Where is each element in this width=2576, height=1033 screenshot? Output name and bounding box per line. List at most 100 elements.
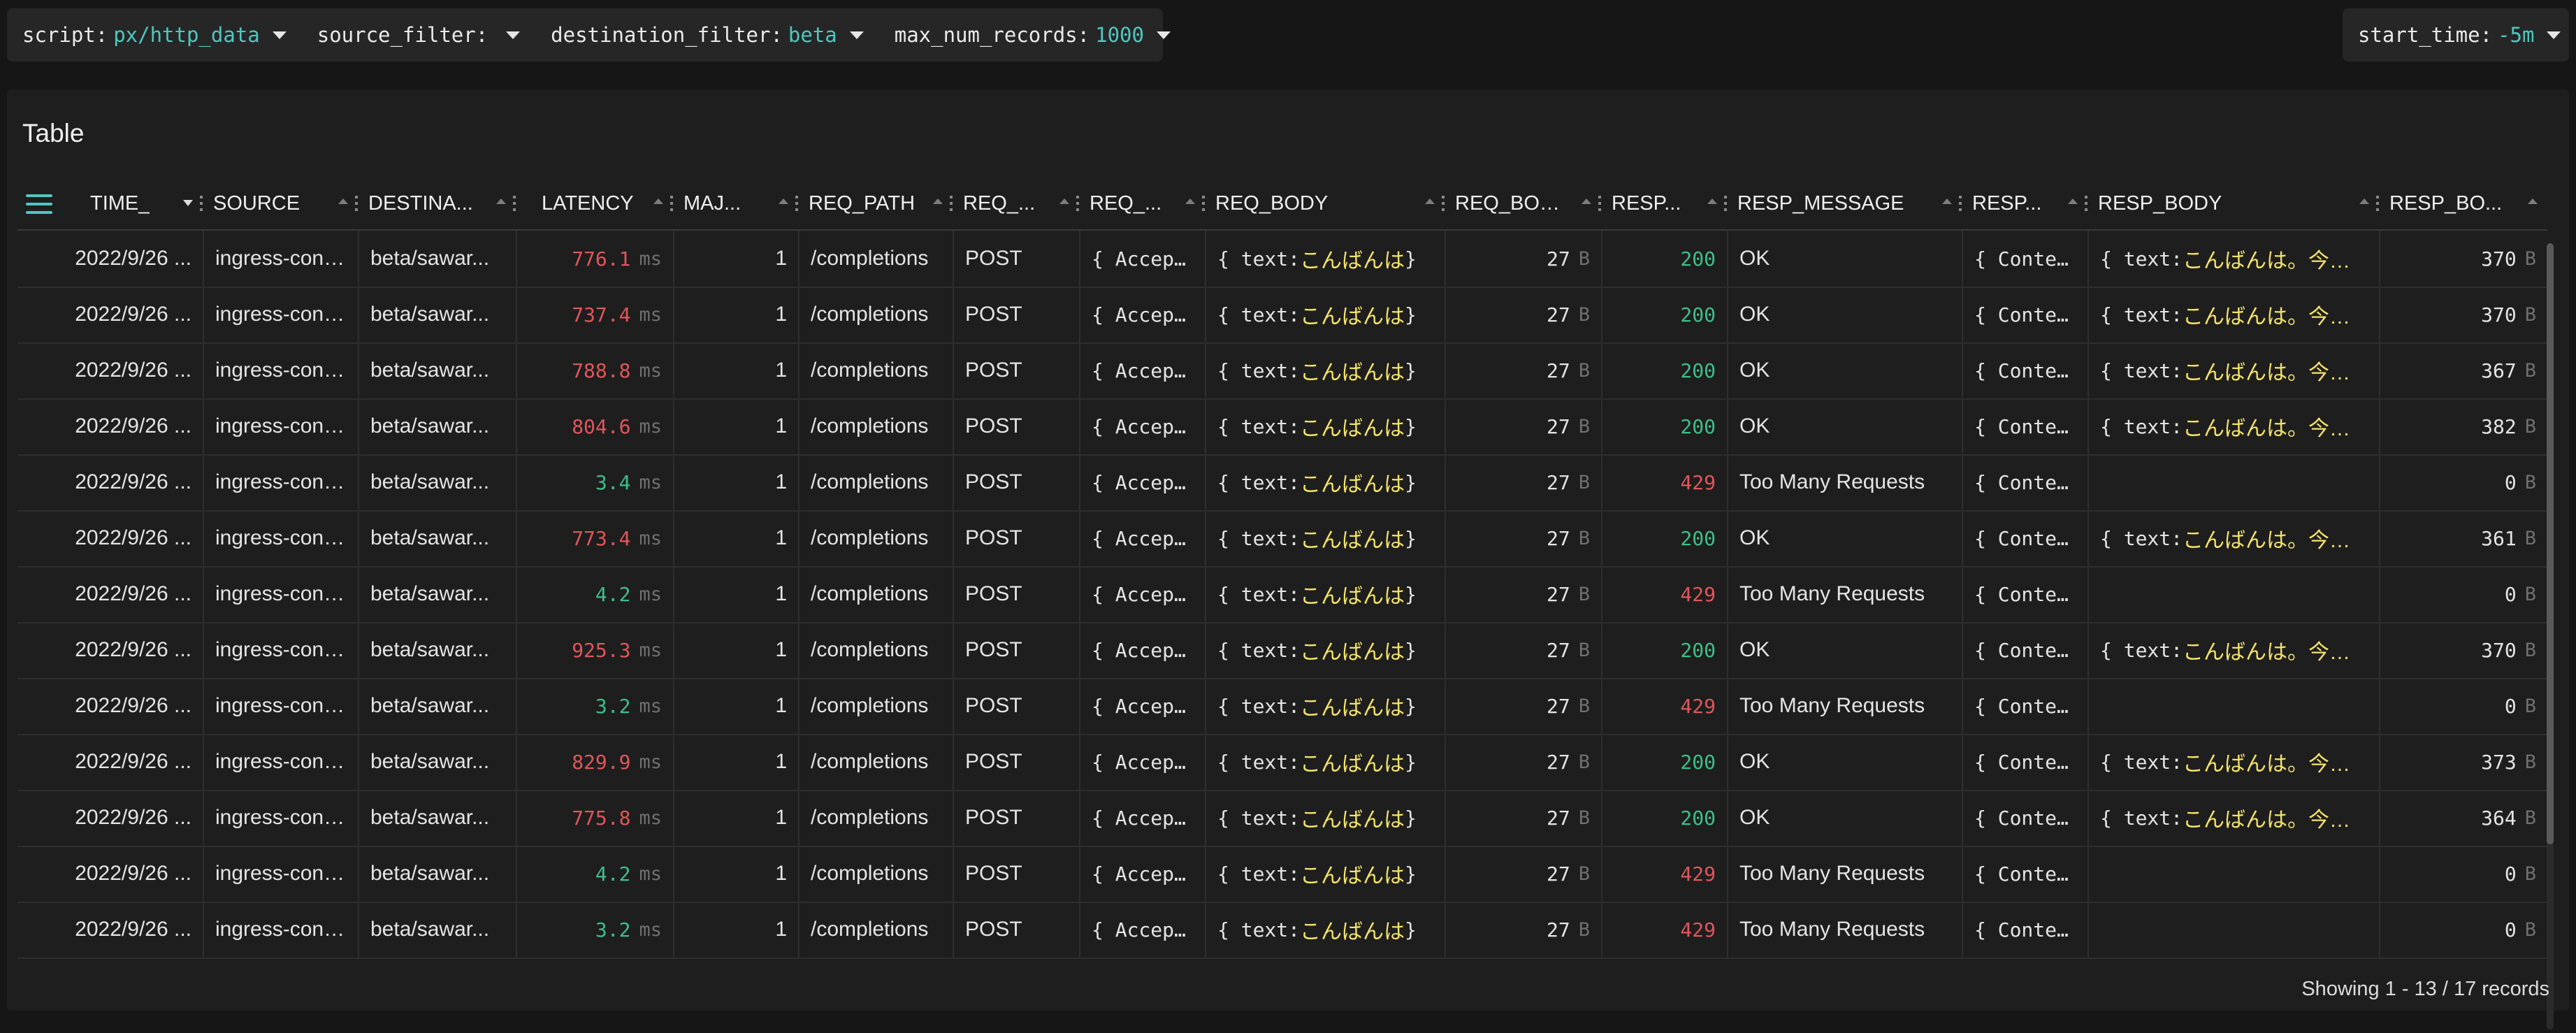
latency-cell[interactable]: 3.4 ms: [516, 454, 673, 510]
destination-cell[interactable]: beta/sawar...: [358, 846, 516, 902]
max-num-records-selector[interactable]: max_num_records: 1000: [879, 8, 1186, 62]
resp-headers-cell[interactable]: { Conte...: [1962, 510, 2087, 566]
resp-body-size-cell[interactable]: 0B: [2379, 678, 2547, 734]
latency-cell[interactable]: 737.4 ms: [516, 287, 673, 342]
resp-body-cell[interactable]: { text: こんばんは。今日...: [2087, 287, 2379, 342]
time-cell[interactable]: 2022/9/26 ...: [17, 790, 203, 846]
req-body-size-cell[interactable]: 27 B: [1445, 902, 1601, 958]
req-method-cell[interactable]: POST: [953, 287, 1079, 342]
req-body-size-cell[interactable]: 27 B: [1445, 231, 1601, 287]
req-path-cell[interactable]: /completions: [798, 510, 953, 566]
major-version-cell[interactable]: 1: [673, 790, 798, 846]
req-body-size-cell[interactable]: 27 B: [1445, 342, 1601, 398]
resp-body-cell[interactable]: { text: こんばんは。今日...: [2087, 790, 2379, 846]
column-header[interactable]: MAJ...: [673, 178, 798, 229]
source-cell[interactable]: ingress-cont...: [203, 342, 358, 398]
resp-message-cell[interactable]: Too Many Requests: [1727, 454, 1962, 510]
table-row[interactable]: 2022/9/26 ... ingress-cont... beta/sawar..…: [17, 622, 2547, 679]
resp-status-cell[interactable]: 429: [1601, 846, 1727, 902]
resp-message-cell[interactable]: OK: [1727, 622, 1962, 678]
table-row[interactable]: 2022/9/26 ... ingress-cont... beta/sawar..…: [17, 398, 2547, 456]
resp-status-cell[interactable]: 200: [1601, 734, 1727, 790]
req-headers-cell[interactable]: { Accep...: [1079, 622, 1205, 678]
req-path-cell[interactable]: /completions: [798, 622, 953, 678]
time-cell[interactable]: 2022/9/26 ...: [17, 622, 203, 678]
destination-filter-selector[interactable]: destination_filter: beta: [535, 8, 879, 62]
column-header[interactable]: REQ_BOD...: [1445, 178, 1601, 229]
resp-body-cell[interactable]: { text: こんばんは。今日...: [2087, 622, 2379, 678]
destination-cell[interactable]: beta/sawar...: [358, 734, 516, 790]
source-filter-selector[interactable]: source_filter:: [302, 8, 535, 62]
resp-message-cell[interactable]: Too Many Requests: [1727, 678, 1962, 734]
resp-body-cell[interactable]: [2087, 454, 2379, 510]
scrollbar-thumb[interactable]: [2547, 243, 2554, 844]
column-header[interactable]: RESP...: [1962, 178, 2087, 229]
req-method-cell[interactable]: POST: [953, 622, 1079, 678]
resp-headers-cell[interactable]: { Conte...: [1962, 454, 2087, 510]
time-cell[interactable]: 2022/9/26 ...: [17, 454, 203, 510]
script-selector[interactable]: script: px/http_data: [7, 8, 302, 62]
sort-icon[interactable]: [1707, 198, 1717, 204]
latency-cell[interactable]: 773.4 ms: [516, 510, 673, 566]
resp-body-size-cell[interactable]: 370 B: [2379, 231, 2547, 287]
resp-body-size-cell[interactable]: 0B: [2379, 454, 2547, 510]
sort-icon[interactable]: [2359, 198, 2369, 204]
resp-body-cell[interactable]: { text: こんばんは。今日...: [2087, 734, 2379, 790]
table-row[interactable]: 2022/9/26 ... ingress-cont... beta/sawar..…: [17, 734, 2547, 791]
column-header[interactable]: REQ_...: [953, 178, 1079, 229]
destination-cell[interactable]: beta/sawar...: [358, 790, 516, 846]
req-path-cell[interactable]: /completions: [798, 678, 953, 734]
time-cell[interactable]: 2022/9/26 ...: [17, 398, 203, 454]
time-cell[interactable]: 2022/9/26 ...: [17, 902, 203, 958]
source-cell[interactable]: ingress-cont...: [203, 510, 358, 566]
req-body-cell[interactable]: { text: こんばんは }: [1205, 510, 1445, 566]
resp-status-cell[interactable]: 429: [1601, 902, 1727, 958]
resp-status-cell[interactable]: 200: [1601, 342, 1727, 398]
table-row[interactable]: 2022/9/26 ... ingress-cont... beta/sawar..…: [17, 566, 2547, 623]
resp-headers-cell[interactable]: { Conte...: [1962, 566, 2087, 622]
req-body-cell[interactable]: { text: こんばんは }: [1205, 790, 1445, 846]
major-version-cell[interactable]: 1: [673, 902, 798, 958]
latency-cell[interactable]: 925.3 ms: [516, 622, 673, 678]
req-path-cell[interactable]: /completions: [798, 734, 953, 790]
destination-cell[interactable]: beta/sawar...: [358, 342, 516, 398]
req-headers-cell[interactable]: { Accep...: [1079, 734, 1205, 790]
latency-cell[interactable]: 3.2 ms: [516, 678, 673, 734]
column-header[interactable]: TIME_: [17, 178, 203, 229]
source-cell[interactable]: ingress-cont...: [203, 398, 358, 454]
resp-status-cell[interactable]: 200: [1601, 231, 1727, 287]
resp-body-size-cell[interactable]: 370 B: [2379, 622, 2547, 678]
req-headers-cell[interactable]: { Accep...: [1079, 846, 1205, 902]
source-cell[interactable]: ingress-cont...: [203, 454, 358, 510]
major-version-cell[interactable]: 1: [673, 566, 798, 622]
resp-status-cell[interactable]: 200: [1601, 510, 1727, 566]
req-body-cell[interactable]: { text: こんばんは }: [1205, 902, 1445, 958]
source-cell[interactable]: ingress-cont...: [203, 287, 358, 342]
column-header[interactable]: RESP_BO...: [2379, 178, 2547, 229]
req-headers-cell[interactable]: { Accep...: [1079, 566, 1205, 622]
latency-cell[interactable]: 3.2 ms: [516, 902, 673, 958]
resp-body-size-cell[interactable]: 361 B: [2379, 510, 2547, 566]
resp-body-size-cell[interactable]: 382 B: [2379, 398, 2547, 454]
sort-icon[interactable]: [2068, 198, 2078, 204]
req-headers-cell[interactable]: { Accep...: [1079, 342, 1205, 398]
req-body-size-cell[interactable]: 27 B: [1445, 790, 1601, 846]
table-row[interactable]: 2022/9/26 ... ingress-cont... beta/sawar..…: [17, 231, 2547, 288]
req-body-cell[interactable]: { text: こんばんは }: [1205, 231, 1445, 287]
resp-message-cell[interactable]: OK: [1727, 790, 1962, 846]
destination-cell[interactable]: beta/sawar...: [358, 287, 516, 342]
req-body-cell[interactable]: { text: こんばんは }: [1205, 454, 1445, 510]
resp-headers-cell[interactable]: { Conte...: [1962, 231, 2087, 287]
req-method-cell[interactable]: POST: [953, 846, 1079, 902]
destination-cell[interactable]: beta/sawar...: [358, 678, 516, 734]
table-row[interactable]: 2022/9/26 ... ingress-cont... beta/sawar..…: [17, 287, 2547, 344]
table-row[interactable]: 2022/9/26 ... ingress-cont... beta/sawar..…: [17, 846, 2547, 903]
time-cell[interactable]: 2022/9/26 ...: [17, 734, 203, 790]
time-cell[interactable]: 2022/9/26 ...: [17, 510, 203, 566]
resp-message-cell[interactable]: Too Many Requests: [1727, 902, 1962, 958]
resp-headers-cell[interactable]: { Conte...: [1962, 734, 2087, 790]
sort-icon[interactable]: [779, 198, 788, 204]
req-path-cell[interactable]: /completions: [798, 287, 953, 342]
major-version-cell[interactable]: 1: [673, 622, 798, 678]
column-header[interactable]: DESTINA...: [358, 178, 516, 229]
